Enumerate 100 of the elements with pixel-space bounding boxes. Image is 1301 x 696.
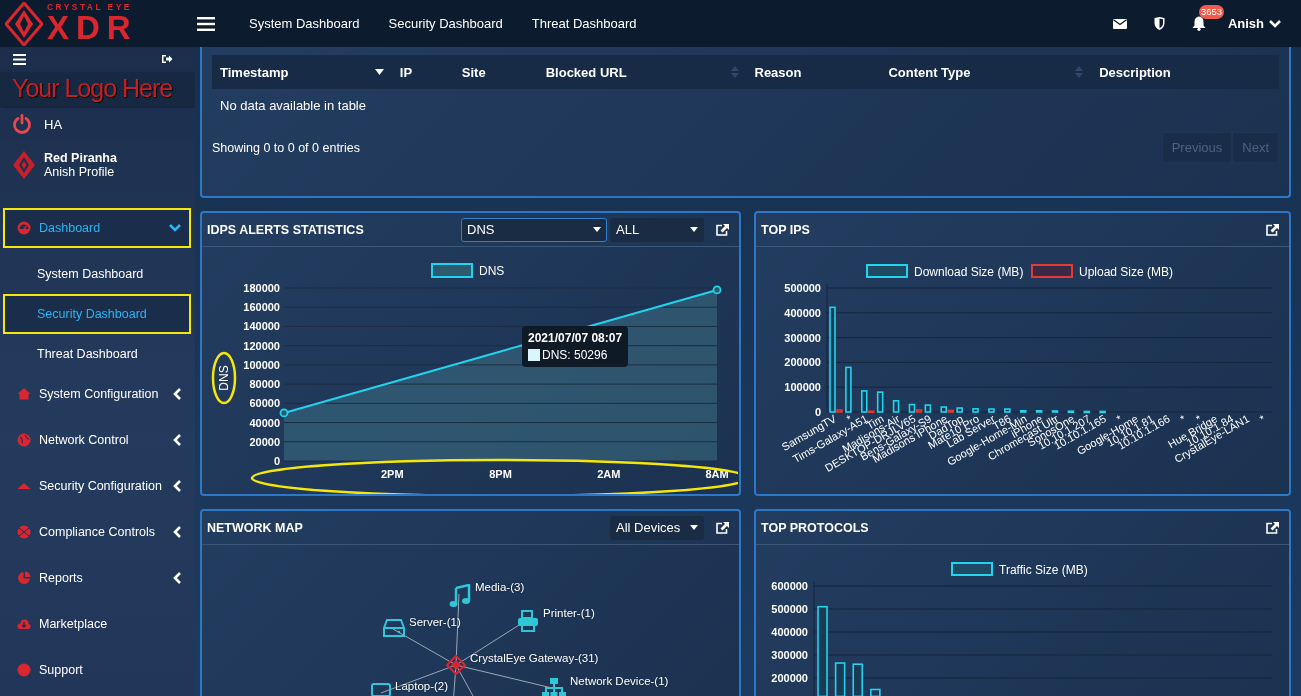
- menu-icon[interactable]: [197, 16, 215, 31]
- y-tick-label: 140000: [243, 320, 280, 333]
- bar: [852, 663, 864, 696]
- legend-label: DNS: [479, 264, 505, 278]
- column-header[interactable]: IP: [399, 64, 413, 80]
- bar: [1051, 410, 1059, 413]
- y-tick-label: 200000: [771, 672, 808, 684]
- external-link-icon[interactable]: [716, 223, 729, 236]
- data-point[interactable]: [279, 408, 289, 418]
- dropdown[interactable]: All Devices: [610, 515, 704, 540]
- profile-subtitle: Anish Profile: [44, 165, 116, 180]
- panel-title: NETWORK MAP: [207, 520, 303, 535]
- legend-label: Download Size (MB): [914, 265, 1024, 279]
- x-tick-label: 2AM: [597, 468, 621, 480]
- sidebar-item[interactable]: Dashboard: [3, 208, 191, 248]
- power-icon[interactable]: [12, 114, 32, 134]
- panel-title: IDPS ALERTS STATISTICS: [207, 222, 364, 237]
- caret-down-icon: [690, 227, 698, 232]
- sidebar-item[interactable]: Security Configuration: [3, 466, 191, 506]
- sign-out-icon[interactable]: [161, 54, 173, 65]
- bar: [1099, 410, 1106, 414]
- sidebar-item[interactable]: Support: [3, 650, 191, 690]
- y-tick-label: 120000: [243, 339, 280, 352]
- sidebar-item[interactable]: Reports: [3, 558, 191, 598]
- sidebar-item[interactable]: Compliance Controls: [3, 512, 191, 552]
- y-tick-label: 0: [273, 455, 280, 467]
- brand-name: XDR: [47, 11, 138, 45]
- external-link-icon[interactable]: [1266, 521, 1279, 534]
- y-tick-label: 500000: [784, 282, 821, 294]
- bar: [1067, 410, 1075, 414]
- node-label: Media-(3): [475, 581, 525, 593]
- bar: [1035, 409, 1043, 413]
- y-tick-label: 180000: [243, 282, 280, 294]
- y-tick-label: 400000: [771, 626, 808, 638]
- column-header[interactable]: Blocked URL: [545, 64, 627, 80]
- brand-tagline: CRYSTAL EYE: [47, 2, 133, 12]
- printer-icon[interactable]: [517, 610, 539, 632]
- y-tick-label: 100000: [243, 358, 280, 371]
- y-tick-label: 160000: [243, 301, 280, 314]
- x-tick-label: 2PM: [380, 468, 404, 480]
- bar: [892, 400, 900, 413]
- external-link-icon[interactable]: [716, 521, 729, 534]
- hard-drive-icon[interactable]: [383, 619, 405, 637]
- diamond-logo-icon: [13, 151, 35, 180]
- sort-desc-icon[interactable]: [374, 69, 384, 75]
- y-tick-label: 400000: [784, 306, 821, 319]
- data-point[interactable]: [712, 285, 722, 295]
- logo-placeholder-text: Your Logo Here: [12, 74, 173, 104]
- legend-label: Upload Size (MB): [1079, 265, 1174, 279]
- sidebar-item[interactable]: System Configuration: [3, 374, 191, 414]
- nav-link[interactable]: Threat Dashboard: [531, 16, 637, 31]
- legend-swatch: [528, 349, 540, 361]
- submenu-item[interactable]: Threat Dashboard: [3, 334, 191, 374]
- mail-icon[interactable]: [1112, 18, 1127, 29]
- column-header[interactable]: Reason: [754, 64, 802, 80]
- submenu-item[interactable]: System Dashboard: [3, 254, 191, 294]
- node-label: Laptop-(2): [395, 680, 449, 692]
- legend-swatch: [1031, 264, 1073, 278]
- nav-link[interactable]: System Dashboard: [249, 16, 360, 31]
- laptop-icon[interactable]: [371, 683, 391, 696]
- house-icon: [17, 387, 31, 401]
- submenu-item[interactable]: Security Dashboard: [3, 294, 191, 334]
- notification-badge: 3653: [1198, 5, 1224, 19]
- sidebar-item[interactable]: Network Control: [3, 420, 191, 460]
- panel-title: TOP IPS: [761, 222, 810, 237]
- music-note-icon[interactable]: [449, 584, 471, 608]
- ha-label[interactable]: HA: [44, 116, 63, 132]
- column-header[interactable]: Description: [1099, 64, 1171, 80]
- sidebar-item[interactable]: Marketplace: [3, 604, 191, 644]
- column-header[interactable]: Site: [461, 64, 486, 80]
- tooltip-value: DNS: 50296: [542, 348, 608, 362]
- node-label: Server-(1): [409, 616, 461, 628]
- tooltip-title: 2021/07/07 08:07: [528, 331, 623, 345]
- shield-icon[interactable]: [1153, 17, 1165, 30]
- bar: [834, 662, 846, 696]
- bar: [870, 688, 881, 696]
- bar: [1083, 410, 1091, 414]
- cloud-download-icon: [17, 617, 31, 631]
- menu-icon[interactable]: [13, 53, 26, 65]
- external-link-icon[interactable]: [1266, 223, 1279, 236]
- diamond-logo-icon[interactable]: [446, 655, 466, 675]
- dropdown[interactable]: DNS: [461, 217, 607, 242]
- user-menu[interactable]: Anish: [1227, 16, 1281, 31]
- node-label: CrystalEye Gateway-(31): [470, 652, 599, 664]
- bell-icon[interactable]: [1191, 16, 1206, 31]
- chevron-down-icon: [1269, 19, 1281, 28]
- profile-name: Red Piranha: [44, 150, 117, 166]
- nav-link[interactable]: Security Dashboard: [388, 16, 503, 31]
- column-header[interactable]: Timestamp: [220, 64, 289, 80]
- x-tick-label: 8PM: [489, 468, 512, 480]
- node-label: Printer-(1): [543, 607, 595, 619]
- dropdown[interactable]: ALL: [610, 217, 704, 242]
- globe-icon: [17, 433, 31, 447]
- legend-swatch: [866, 264, 908, 278]
- network-icon[interactable]: [542, 678, 566, 696]
- legend-label: Traffic Size (MB): [999, 563, 1088, 577]
- column-header[interactable]: Content Type: [888, 64, 971, 80]
- entries-info: Showing 0 to 0 of 0 entries: [212, 140, 360, 155]
- y-axis-label: DNS: [217, 365, 231, 391]
- legend-swatch: [951, 562, 993, 576]
